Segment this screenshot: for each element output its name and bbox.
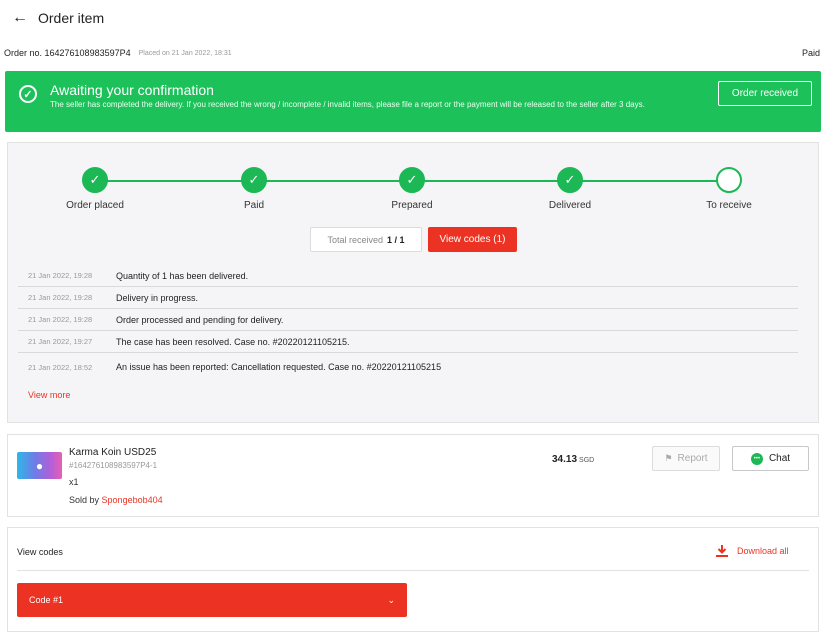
timeline-time: 21 Jan 2022, 19:28: [28, 271, 93, 280]
step-to-receive: To receive: [669, 167, 789, 211]
empty-circle-icon: [716, 167, 742, 193]
page-title: Order item: [38, 10, 105, 26]
total-received-value: 1 / 1: [387, 234, 405, 245]
timeline-text: Order processed and pending for delivery…: [116, 314, 284, 325]
seller-link[interactable]: Spongebob404: [102, 495, 163, 505]
product-price: 34.13 SGD: [552, 454, 594, 465]
total-received-button[interactable]: Total received 1 / 1: [310, 227, 422, 252]
timeline-row: 21 Jan 2022, 19:28 Quantity of 1 has bee…: [18, 265, 798, 287]
step-label: Paid: [243, 200, 264, 211]
total-received-label: Total received: [327, 234, 383, 245]
flag-icon: ⚑: [664, 453, 673, 463]
report-label: Report: [677, 453, 708, 464]
timeline-text: The case has been resolved. Case no. #20…: [116, 336, 350, 347]
placed-on-date: Placed on 21 Jan 2022, 18:31: [138, 49, 232, 57]
timeline-text: Delivery in progress.: [116, 292, 199, 303]
view-codes-button[interactable]: View codes (1): [428, 227, 517, 252]
product-sku: #164276108983597P4-1: [69, 461, 158, 470]
view-more-link[interactable]: View more: [28, 390, 70, 400]
sold-by-label: Sold by: [69, 495, 100, 505]
order-received-button[interactable]: Order received: [718, 81, 812, 106]
check-icon: ✓: [241, 167, 267, 193]
step-order-placed: ✓ Order placed: [35, 167, 155, 211]
divider: [17, 570, 809, 571]
step-label: Delivered: [548, 200, 592, 211]
download-all-button[interactable]: Download all: [715, 544, 789, 558]
banner-description: The seller has completed the delivery. I…: [50, 100, 645, 109]
check-circle-icon: ✓: [19, 85, 37, 103]
timeline-time: 21 Jan 2022, 18:52: [28, 362, 93, 372]
payment-status: Paid: [801, 48, 820, 58]
timeline-row: 21 Jan 2022, 19:27 The case has been res…: [18, 331, 798, 353]
product-card: ● Karma Koin USD25 #164276108983597P4-1 …: [7, 434, 819, 517]
product-quantity: x1: [69, 477, 79, 487]
timeline: 21 Jan 2022, 19:28 Quantity of 1 has bee…: [18, 265, 798, 381]
step-delivered: ✓ Delivered: [510, 167, 630, 211]
chevron-down-icon: ⌄: [387, 594, 395, 605]
view-codes-card: View codes Download all Code #1 ⌄: [7, 527, 819, 632]
order-tracker: ✓ Order placed ✓ Paid ✓ Prepared ✓ Deliv…: [7, 142, 819, 423]
step-prepared: ✓ Prepared: [352, 167, 472, 211]
download-all-label: Download all: [737, 546, 789, 556]
banner-title: Awaiting your confirmation: [50, 82, 214, 98]
codes-title: View codes: [17, 547, 63, 557]
timeline-time: 21 Jan 2022, 19:28: [28, 315, 93, 324]
timeline-row: 21 Jan 2022, 18:52 An issue has been rep…: [18, 353, 798, 381]
timeline-text: An issue has been reported: Cancellation…: [116, 362, 442, 372]
timeline-text: Quantity of 1 has been delivered.: [116, 270, 249, 281]
apple-logo-icon: ●: [35, 458, 44, 473]
step-label: Prepared: [391, 200, 433, 211]
timeline-row: 21 Jan 2022, 19:28 Delivery in progress.: [18, 287, 798, 309]
timeline-time: 21 Jan 2022, 19:27: [28, 337, 93, 346]
code-label: Code #1: [29, 595, 64, 605]
code-accordion[interactable]: Code #1 ⌄: [17, 583, 407, 617]
check-icon: ✓: [82, 167, 108, 193]
order-info-row: Order no. 164276108983597P4 Placed on 21…: [4, 47, 820, 59]
chat-button[interactable]: ••• Chat: [732, 446, 809, 471]
order-number: Order no. 164276108983597P4: [4, 48, 131, 58]
product-name: Karma Koin USD25: [69, 447, 157, 458]
check-icon: ✓: [557, 167, 583, 193]
step-label: Order placed: [66, 200, 124, 211]
arrow-left-icon[interactable]: ←: [12, 9, 34, 27]
currency-label: SGD: [579, 457, 595, 464]
price-value: 34.13: [552, 454, 578, 465]
chat-bubble-icon: •••: [750, 452, 763, 465]
check-icon: ✓: [399, 167, 425, 193]
step-paid: ✓ Paid: [194, 167, 314, 211]
product-image[interactable]: ●: [17, 452, 62, 479]
page-header: ← Order item: [12, 8, 104, 28]
timeline-row: 21 Jan 2022, 19:28 Order processed and p…: [18, 309, 798, 331]
sold-by: Sold by Spongebob404: [69, 495, 163, 505]
step-label: To receive: [706, 200, 752, 211]
confirmation-banner: ✓ Awaiting your confirmation The seller …: [5, 71, 821, 132]
chat-label: Chat: [768, 453, 791, 464]
report-button[interactable]: ⚑ Report: [652, 446, 720, 471]
timeline-time: 21 Jan 2022, 19:28: [28, 293, 93, 302]
download-icon: [716, 545, 728, 557]
